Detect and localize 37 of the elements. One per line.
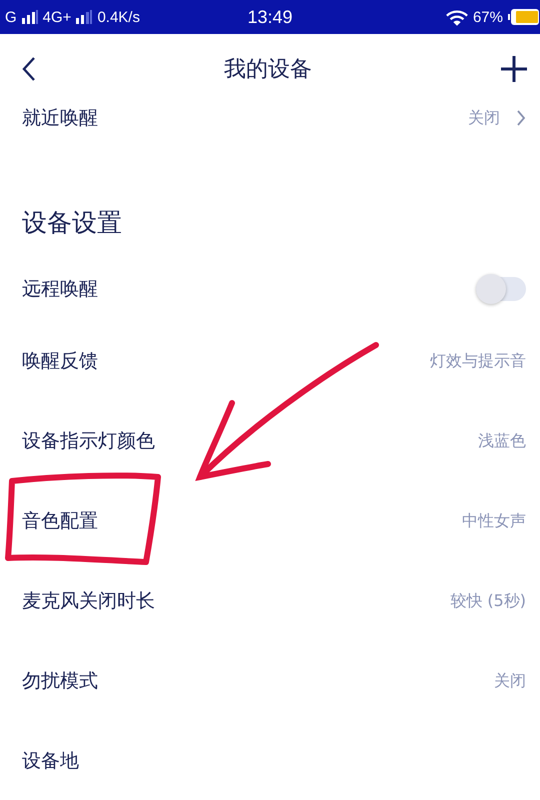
battery-icon <box>508 8 540 26</box>
settings-row[interactable]: 远程唤醒 <box>0 257 540 321</box>
row-label: 麦克风关闭时长 <box>22 589 156 614</box>
row-label: 唤醒反馈 <box>22 349 99 374</box>
section-title: 设备设置 <box>21 207 123 239</box>
row-value: 中性女声 <box>462 510 526 532</box>
settings-row[interactable]: 设备地 <box>0 721 540 800</box>
signal-icon <box>76 10 92 24</box>
signal-icon <box>22 10 38 24</box>
toggle-switch[interactable] <box>476 277 526 301</box>
network-speed: 0.4K/s <box>97 8 140 26</box>
settings-row[interactable]: 设备指示灯颜色 浅蓝色 <box>0 401 540 481</box>
row-value: 较快 (5秒) <box>450 590 526 612</box>
settings-row[interactable]: 就近唤醒 关闭 <box>0 104 540 132</box>
back-icon[interactable] <box>22 56 36 82</box>
network-label: G <box>5 8 17 26</box>
battery-percent: 67% <box>472 8 503 26</box>
row-label: 设备地 <box>22 749 80 774</box>
row-label: 音色配置 <box>22 509 99 534</box>
row-label: 远程唤醒 <box>22 277 99 302</box>
settings-row[interactable]: 音色配置 中性女声 <box>0 481 540 561</box>
settings-row[interactable]: 唤醒反馈 灯效与提示音 <box>0 321 540 401</box>
row-value: 关闭 <box>494 670 526 692</box>
row-value: 浅蓝色 <box>478 430 526 452</box>
row-label: 就近唤醒 <box>22 106 99 131</box>
row-value: 关闭 <box>468 108 500 128</box>
wifi-icon <box>446 8 468 26</box>
chevron-icon <box>516 109 526 127</box>
row-label: 勿扰模式 <box>22 669 99 694</box>
settings-row[interactable]: 勿扰模式 关闭 <box>0 641 540 721</box>
network-label: 4G+ <box>42 8 72 26</box>
row-value: 灯效与提示音 <box>430 350 526 372</box>
add-icon[interactable] <box>500 55 528 83</box>
settings-row[interactable]: 麦克风关闭时长 较快 (5秒) <box>0 561 540 641</box>
clock: 13:49 <box>247 6 293 28</box>
row-label: 设备指示灯颜色 <box>22 429 156 454</box>
page-title: 我的设备 <box>224 56 312 84</box>
